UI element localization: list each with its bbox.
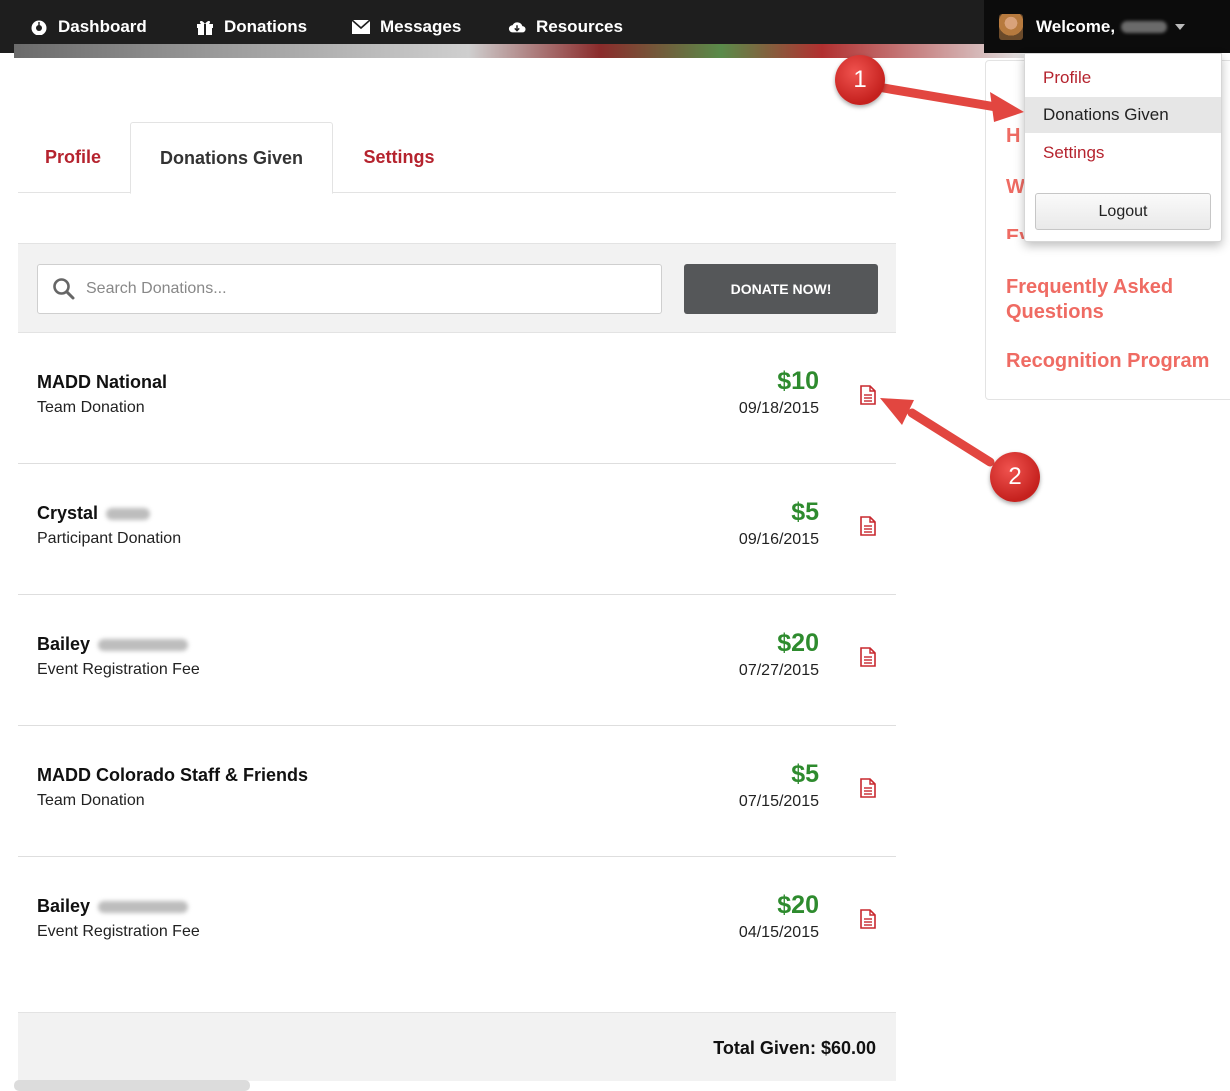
- donation-row: MADD Colorado Staff & Friends Team Donat…: [18, 726, 896, 857]
- tab-donations-given[interactable]: Donations Given: [130, 122, 333, 194]
- donation-date: 09/18/2015: [738, 400, 819, 417]
- dropdown-item-label: Settings: [1043, 143, 1105, 162]
- blurred-last-name: [106, 507, 151, 520]
- nav-donations-label: Donations: [224, 16, 308, 36]
- receipt-document-icon[interactable]: [860, 385, 876, 405]
- nav-messages-label: Messages: [380, 16, 462, 36]
- sidebar-item-hidden-2[interactable]: W: [1006, 175, 1026, 200]
- donor-name: Bailey: [37, 896, 189, 917]
- gift-icon: [196, 19, 214, 35]
- sidebar-item-hidden-1[interactable]: H: [1006, 124, 1026, 149]
- donation-amount: $5: [791, 760, 819, 788]
- donation-date: 09/16/2015: [738, 531, 819, 548]
- tab-profile-label: Profile: [44, 147, 101, 167]
- donate-now-button[interactable]: DONATE NOW!: [684, 264, 878, 314]
- envelope-icon: [352, 19, 370, 35]
- annotation-arrow-1: [867, 81, 1001, 112]
- donation-amount: $20: [777, 629, 819, 657]
- dashboard-icon: [30, 19, 48, 35]
- annotation-callout-2: 2: [990, 452, 1040, 502]
- donation-amount: $20: [777, 891, 819, 919]
- chevron-down-icon: [1175, 23, 1186, 30]
- donation-row: Bailey Event Registration Fee $20 07/27/…: [18, 595, 896, 726]
- tab-profile[interactable]: Profile: [18, 122, 128, 193]
- tab-settings-label: Settings: [363, 147, 435, 167]
- logout-button[interactable]: Logout: [1035, 193, 1211, 230]
- dropdown-item-label: Profile: [1043, 68, 1092, 87]
- donation-date: 07/15/2015: [738, 793, 819, 810]
- donation-row: Bailey Event Registration Fee $20 04/15/…: [18, 857, 896, 988]
- dropdown-item-label: Donations Given: [1043, 105, 1169, 124]
- receipt-document-icon[interactable]: [860, 516, 876, 536]
- search-icon: [53, 278, 75, 300]
- donation-type: Participant Donation: [37, 530, 182, 547]
- nav-dashboard-label: Dashboard: [58, 16, 147, 36]
- donation-type: Event Registration Fee: [37, 923, 200, 940]
- nav-resources[interactable]: Resources: [508, 0, 623, 53]
- receipt-document-icon[interactable]: [860, 647, 876, 667]
- donor-name: MADD Colorado Staff & Friends: [37, 765, 309, 785]
- dropdown-item-profile[interactable]: Profile: [1025, 60, 1221, 96]
- donation-row: MADD National Team Donation $10 09/18/20…: [18, 333, 896, 464]
- annotation-callout-1: 1: [835, 55, 885, 105]
- search-toolbar: DONATE NOW!: [18, 243, 896, 333]
- search-field[interactable]: [37, 264, 662, 314]
- sidebar-item-faq[interactable]: Frequently Asked Questions: [1006, 275, 1230, 325]
- welcome-label: Welcome,: [1036, 16, 1116, 36]
- top-nav-bar: Dashboard Donations Messages Resources W…: [0, 0, 1230, 58]
- search-input[interactable]: [86, 280, 646, 298]
- dropdown-item-settings[interactable]: Settings: [1025, 135, 1221, 171]
- donation-type: Event Registration Fee: [37, 661, 200, 678]
- donor-name: Crystal: [37, 503, 151, 524]
- total-given-label: Total Given: $60.00: [713, 1038, 876, 1058]
- receipt-document-icon[interactable]: [860, 909, 876, 929]
- sidebar-item-recognition[interactable]: Recognition Program: [1006, 349, 1230, 374]
- donor-name: Bailey: [37, 634, 189, 655]
- donation-amount: $5: [791, 498, 819, 526]
- donor-name: MADD National: [37, 372, 167, 392]
- blurred-username: [1121, 20, 1168, 33]
- user-dropdown-menu: Profile Donations Given Settings Logout: [1024, 53, 1222, 242]
- nav-dashboard[interactable]: Dashboard: [30, 0, 147, 53]
- tab-donations-given-label: Donations Given: [159, 147, 303, 168]
- user-menu-toggle[interactable]: Welcome,: [984, 0, 1230, 53]
- donation-date: 04/15/2015: [738, 924, 819, 941]
- avatar: [999, 13, 1023, 40]
- tab-settings[interactable]: Settings: [338, 122, 460, 193]
- donation-type: Team Donation: [37, 399, 145, 416]
- donation-row: Crystal Participant Donation $5 09/16/20…: [18, 464, 896, 595]
- profile-tabs: Profile Donations Given Settings: [18, 122, 896, 194]
- blurred-last-name: [98, 638, 189, 651]
- annotation-arrow-2: [907, 408, 995, 467]
- nav-messages[interactable]: Messages: [352, 0, 461, 53]
- dropdown-item-donations-given[interactable]: Donations Given: [1025, 97, 1221, 133]
- donation-type: Team Donation: [37, 792, 145, 809]
- receipt-document-icon[interactable]: [860, 778, 876, 798]
- donation-amount: $10: [777, 367, 819, 395]
- nav-resources-label: Resources: [536, 16, 623, 36]
- nav-donations[interactable]: Donations: [196, 0, 307, 53]
- cloud-download-icon: [508, 19, 526, 35]
- blurred-last-name: [98, 900, 189, 913]
- horizontal-scrollbar[interactable]: [14, 1080, 250, 1091]
- donation-date: 07/27/2015: [738, 662, 819, 679]
- total-given-footer: Total Given: $60.00: [18, 1012, 896, 1081]
